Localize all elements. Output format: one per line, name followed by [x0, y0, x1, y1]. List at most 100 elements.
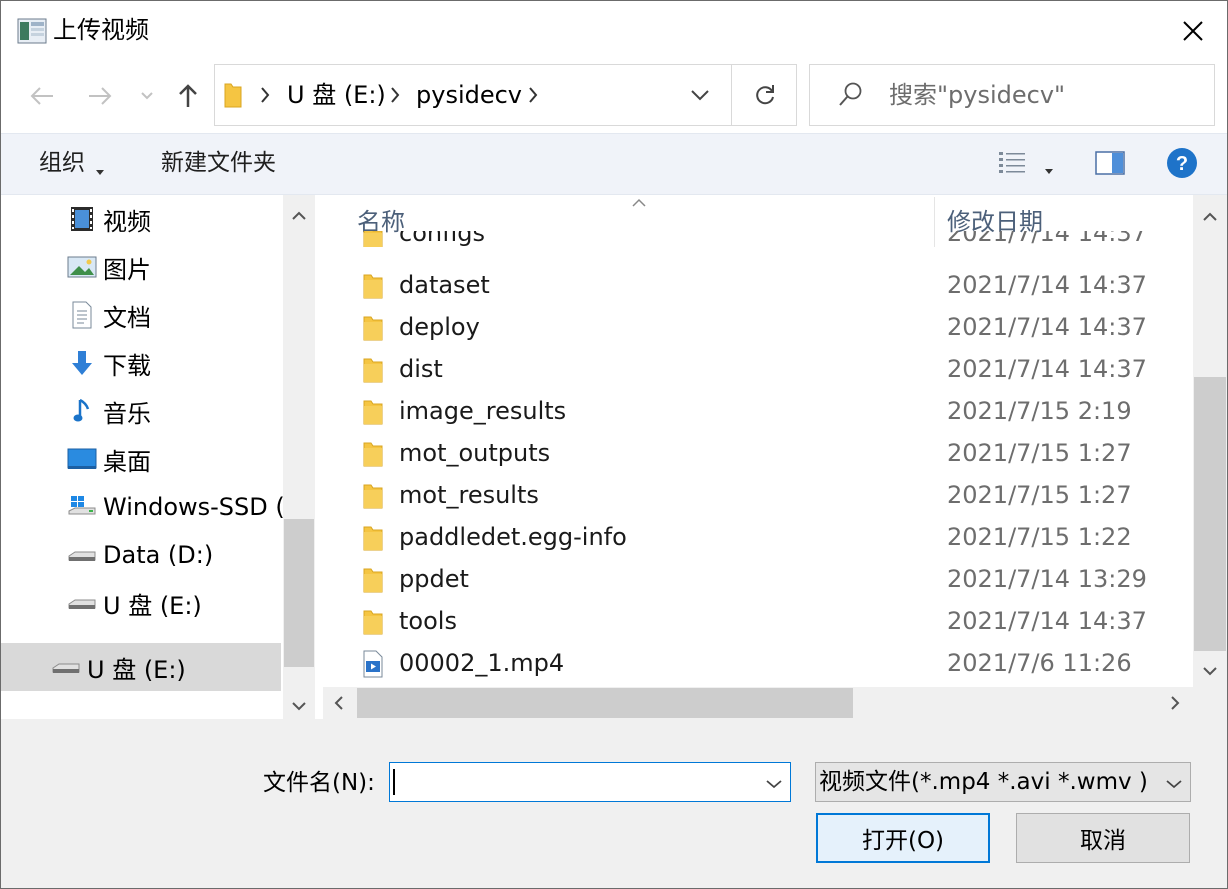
arrow-up-icon — [179, 84, 197, 107]
video-icon — [67, 204, 97, 234]
folder-icon — [361, 272, 385, 300]
nav-item[interactable]: Windows-SSD ( — [1, 483, 285, 531]
organize-dropdown-icon — [95, 161, 105, 180]
scroll-up-arrow-icon[interactable] — [1202, 208, 1218, 227]
music-icon — [67, 396, 97, 426]
file-date: 2021/7/6 11:26 — [947, 649, 1132, 677]
recent-locations-button[interactable] — [133, 79, 161, 113]
folder-icon — [361, 356, 385, 384]
breadcrumb-drive[interactable]: U 盘 (E:) — [287, 79, 386, 111]
refresh-button[interactable] — [731, 64, 797, 126]
nav-item[interactable]: 音乐 — [1, 387, 281, 435]
nav-item[interactable]: 文档 — [1, 291, 281, 339]
nav-item-label: 图片 — [103, 255, 151, 284]
horizontal-scroll-thumb[interactable] — [357, 688, 853, 718]
view-options-button[interactable] — [997, 149, 1027, 177]
navigation-pane[interactable]: 视频 图片 文档 下载 音乐 桌面 Windows-SSD (Data (D:) U 盘 (E… — [1, 195, 315, 719]
file-type-value: 视频文件(*.mp4 *.avi *.wmv ) — [819, 769, 1148, 795]
filename-dropdown-button[interactable] — [765, 775, 783, 794]
dialog-footer — [1, 719, 1227, 888]
view-dropdown-icon[interactable] — [1044, 160, 1054, 179]
scroll-left-arrow-icon[interactable] — [333, 695, 345, 715]
file-row[interactable]: 00002_1.mp4 2021/7/6 11:26 — [341, 643, 1191, 685]
file-row[interactable]: mot_results 2021/7/15 1:27 — [341, 475, 1191, 517]
file-date: 2021/7/15 1:27 — [947, 439, 1132, 467]
breadcrumb-separator-icon — [527, 85, 539, 109]
close-icon — [1183, 21, 1203, 41]
file-name: ppdet — [399, 565, 469, 593]
file-name: dataset — [399, 271, 490, 299]
scroll-up-arrow-icon[interactable] — [291, 207, 307, 226]
chevron-down-icon — [1166, 780, 1182, 789]
help-icon: ? — [1167, 148, 1197, 178]
nav-item[interactable]: U 盘 (E:) — [1, 643, 281, 691]
file-type-dropdown-icon[interactable] — [1165, 775, 1183, 794]
file-date: 2021/7/14 14:37 — [947, 271, 1147, 299]
file-name: paddledet.egg-info — [399, 523, 627, 551]
scroll-down-arrow-icon[interactable] — [291, 697, 307, 716]
folder-icon — [361, 524, 385, 552]
cancel-button[interactable]: 取消 — [1016, 813, 1190, 863]
nav-item[interactable]: Data (D:) — [1, 531, 281, 579]
file-name: configs — [399, 231, 485, 247]
file-row[interactable]: dist 2021/7/14 14:37 — [341, 349, 1191, 391]
download-icon — [67, 348, 97, 378]
breadcrumb-folder[interactable]: pysidecv — [416, 79, 522, 111]
file-row[interactable]: ppdet 2021/7/14 13:29 — [341, 559, 1191, 601]
usb-drive-icon — [51, 652, 81, 682]
file-row[interactable]: paddledet.egg-info 2021/7/15 1:22 — [341, 517, 1191, 559]
window-title: 上传视频 — [53, 16, 149, 44]
nav-item[interactable]: U 盘 (E:) — [1, 579, 281, 627]
scroll-right-arrow-icon[interactable] — [1169, 695, 1181, 715]
folder-icon — [361, 608, 385, 636]
refresh-icon — [755, 85, 774, 105]
nav-item[interactable]: 下载 — [1, 339, 281, 387]
nav-item-label: 音乐 — [103, 399, 151, 428]
nav-item[interactable]: 桌面 — [1, 435, 281, 483]
details-view-icon — [999, 152, 1025, 173]
filename-input[interactable] — [389, 762, 791, 802]
file-row[interactable]: tools 2021/7/14 14:37 — [341, 601, 1191, 643]
search-placeholder[interactable]: 搜索"pysidecv" — [889, 79, 1065, 111]
drive-icon — [67, 588, 97, 618]
open-button[interactable]: 打开(O) — [816, 813, 990, 863]
file-row[interactable]: deploy 2021/7/14 14:37 — [341, 307, 1191, 349]
organize-button[interactable]: 组织 — [39, 148, 85, 178]
new-folder-button[interactable]: 新建文件夹 — [161, 148, 276, 178]
svg-text:?: ? — [1176, 153, 1188, 175]
breadcrumb-separator-icon — [389, 85, 401, 109]
preview-pane-button[interactable] — [1095, 151, 1125, 175]
folder-icon — [361, 482, 385, 510]
folder-icon — [361, 314, 385, 342]
file-date: 2021/7/14 13:29 — [947, 565, 1147, 593]
folder-icon — [361, 231, 385, 247]
close-button[interactable] — [1167, 9, 1219, 53]
file-date: 2021/7/15 1:22 — [947, 523, 1132, 551]
text-caret — [393, 769, 395, 795]
file-row[interactable]: configs 2021/7/14 14:37 — [341, 231, 1191, 247]
file-row[interactable]: image_results 2021/7/15 2:19 — [341, 391, 1191, 433]
nav-scroll-thumb[interactable] — [284, 519, 314, 667]
scroll-down-arrow-icon[interactable] — [1202, 662, 1218, 681]
file-name: deploy — [399, 313, 480, 341]
file-date: 2021/7/14 14:37 — [947, 355, 1147, 383]
file-list-scroll-thumb[interactable] — [1194, 377, 1226, 651]
nav-item[interactable]: 视频 — [1, 195, 281, 243]
help-button[interactable]: ? — [1166, 147, 1198, 179]
nav-item-label: 下载 — [103, 351, 151, 380]
nav-item[interactable]: 图片 — [1, 243, 281, 291]
search-icon — [837, 81, 863, 113]
file-name: mot_results — [399, 481, 539, 509]
up-button[interactable] — [171, 79, 205, 113]
file-name: mot_outputs — [399, 439, 551, 467]
back-button[interactable] — [25, 79, 59, 113]
file-row[interactable]: dataset 2021/7/14 14:37 — [341, 265, 1191, 307]
organize-label: 组织 — [39, 150, 85, 176]
file-date: 2021/7/14 14:37 — [947, 607, 1147, 635]
file-row[interactable]: mot_outputs 2021/7/15 1:27 — [341, 433, 1191, 475]
video-file-icon — [361, 650, 385, 678]
forward-button[interactable] — [83, 79, 117, 113]
desktop-icon — [67, 444, 97, 474]
nav-item-label: U 盘 (E:) — [87, 655, 186, 684]
address-dropdown-button[interactable] — [689, 87, 711, 103]
